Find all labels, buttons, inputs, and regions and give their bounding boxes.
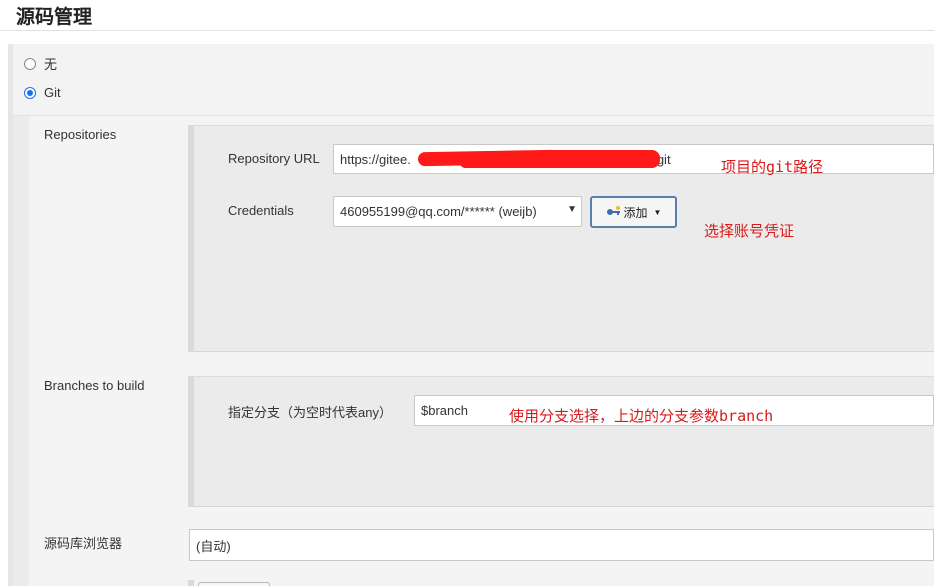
next-box-border [188,580,194,586]
repository-browser-select[interactable]: (自动) [189,529,934,561]
scm-option-none[interactable]: 无 [24,54,57,73]
next-button-partial[interactable] [198,582,270,586]
credentials-value: 460955199@qq.com/****** (weijb) [340,204,537,219]
caret-down-icon: ▼ [653,207,662,217]
add-credentials-button[interactable]: 添加 ▼ [590,196,677,228]
radio-git[interactable] [24,86,36,99]
redaction-mark [460,158,590,168]
branches-label: Branches to build [44,378,145,393]
git-nested-border [13,116,29,586]
branch-specifier-value: $branch [421,403,468,418]
repository-browser-label: 源码库浏览器 [44,536,123,551]
scm-option-git-label: Git [44,85,61,100]
credentials-select[interactable]: 460955199@qq.com/****** (weijb) ▼ [333,196,582,227]
credentials-label: Credentials [228,203,294,218]
chevron-down-icon: ▼ [567,204,577,215]
annotation-credentials: 选择账号凭证 [704,222,795,240]
scm-option-git[interactable]: Git [24,85,61,100]
title-divider [0,30,934,31]
key-icon [606,206,622,218]
repository-browser-value: (自动) [196,538,231,554]
repository-url-label: Repository URL [228,151,320,166]
radio-none[interactable] [24,57,36,70]
repository-url-prefix: https://gitee. [340,151,411,167]
repositories-label: Repositories [44,127,117,142]
annotation-repo-url: 项目的git路径 [721,158,824,176]
add-button-label: 添加 [623,205,648,220]
scm-option-none-label: 无 [44,57,58,72]
annotation-branch: 使用分支选择，上边的分支参数branch [509,407,774,425]
branch-specifier-label: 指定分支（为空时代表any） [228,405,392,420]
section-title: 源码管理 [16,6,93,28]
